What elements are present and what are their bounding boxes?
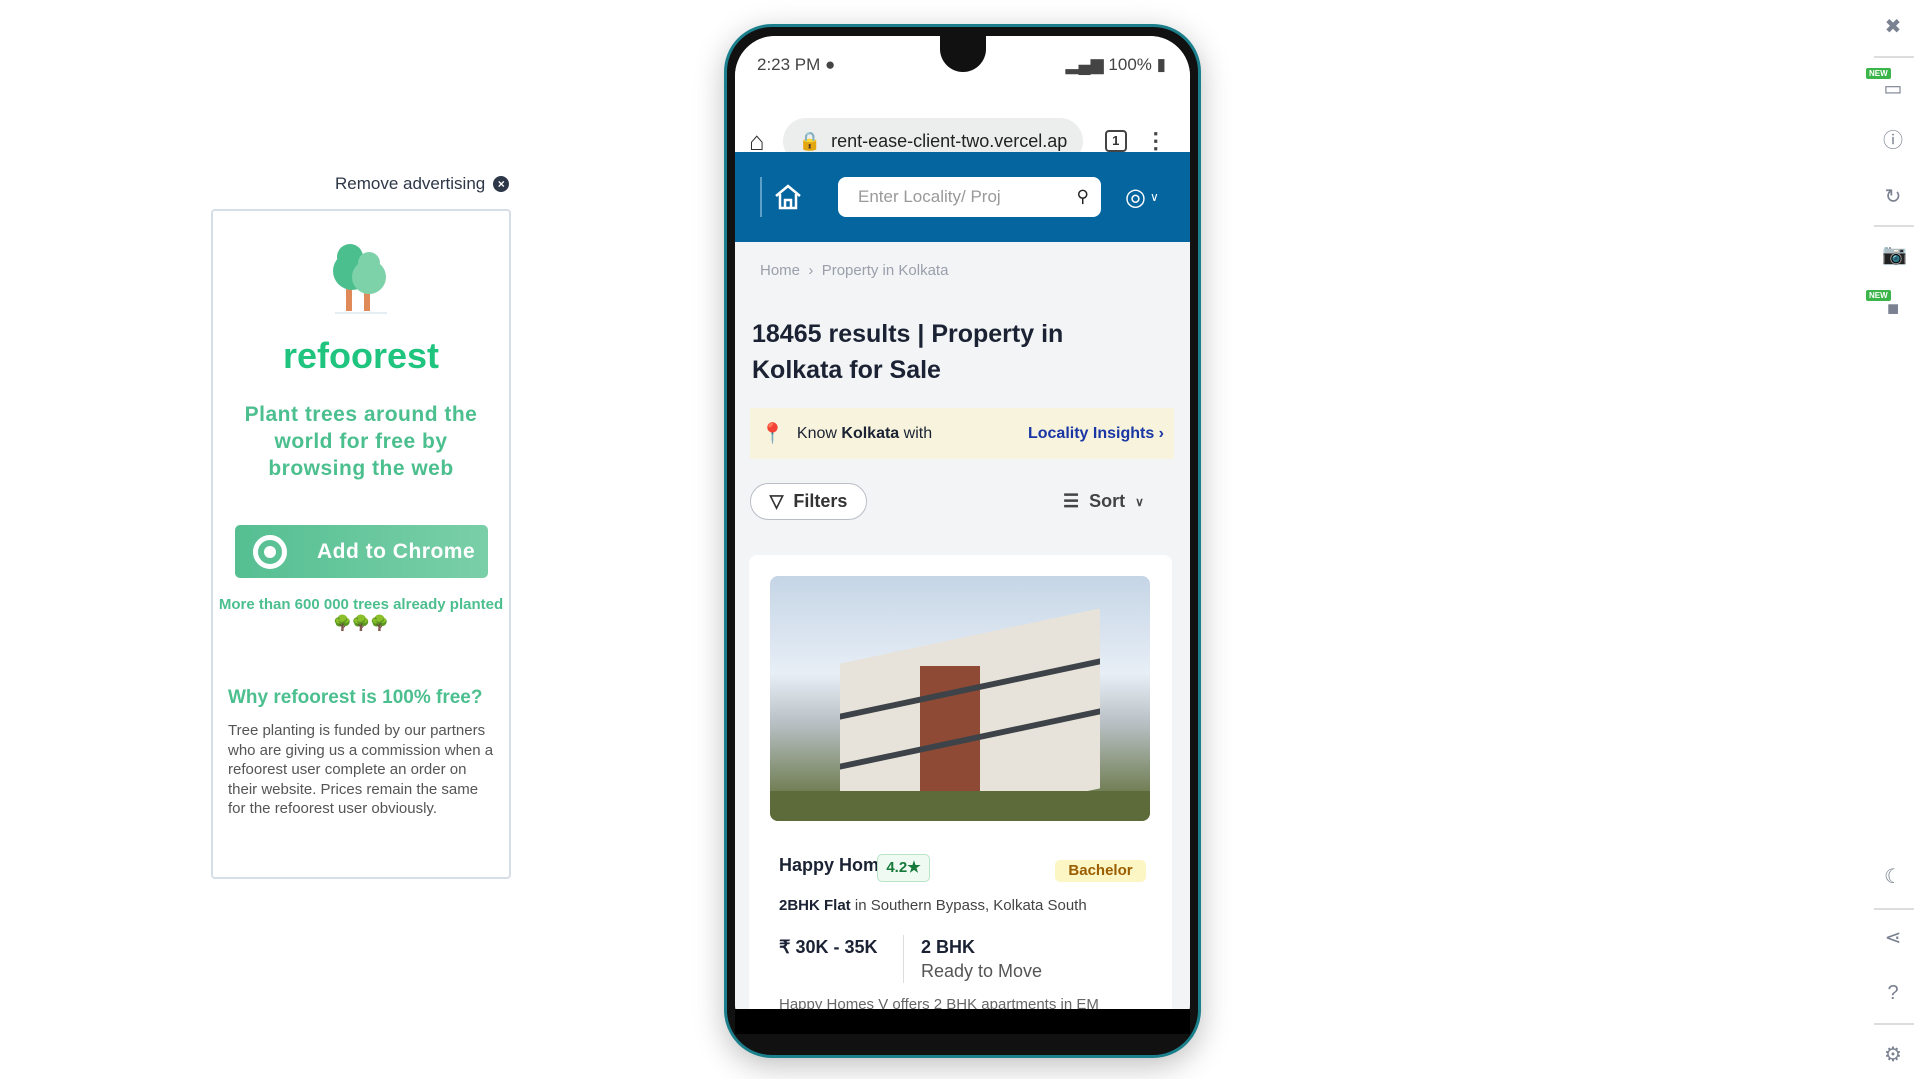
spotify-icon: ● bbox=[825, 55, 836, 74]
page-title: 18465 results | Property in Kolkata for … bbox=[752, 320, 1064, 384]
filters-label: Filters bbox=[793, 491, 848, 511]
insights-city: Kolkata bbox=[841, 424, 900, 442]
sort-label: Sort bbox=[1089, 491, 1126, 511]
search-input[interactable]: Enter Locality/ Proj ⚲ bbox=[838, 177, 1101, 217]
add-to-chrome-label: Add to Chrome bbox=[317, 539, 476, 563]
trees-planted-text: More than 600 000 trees already planted … bbox=[213, 595, 509, 633]
remove-advertising[interactable]: Remove advertising × bbox=[335, 174, 510, 194]
refoorest-ad: refoorest Plant trees around the world f… bbox=[211, 209, 511, 879]
add-to-chrome-button[interactable]: Add to Chrome bbox=[235, 525, 488, 578]
home-logo-icon[interactable] bbox=[774, 184, 802, 210]
settings-gear-icon[interactable]: ⚙ bbox=[1882, 1044, 1904, 1066]
filters-button[interactable]: ▽ Filters bbox=[750, 483, 867, 520]
close-icon[interactable]: × bbox=[493, 176, 510, 192]
brand-name: refoorest bbox=[282, 335, 440, 376]
sliders-icon: ☰ bbox=[1063, 491, 1080, 511]
dark-mode-moon-icon[interactable]: ☾ bbox=[1882, 866, 1904, 888]
breadcrumb-current[interactable]: Property in Kolkata bbox=[822, 262, 949, 279]
site-header: Enter Locality/ Proj ⚲ ◎ ∨ bbox=[735, 152, 1190, 242]
breadcrumb-home[interactable]: Home bbox=[760, 262, 800, 279]
why-title: Why refoorest is 100% free? bbox=[228, 687, 483, 708]
responsive-devices-icon[interactable]: ▭ bbox=[1882, 78, 1904, 100]
info-icon[interactable]: ⓘ bbox=[1882, 130, 1904, 152]
clock: 2:23 PM bbox=[757, 55, 821, 74]
remove-advertising-label: Remove advertising bbox=[335, 174, 486, 193]
trees-icon: 🌳🌳🌳 bbox=[332, 615, 390, 632]
property-location: in Southern Bypass, Kolkata South bbox=[854, 897, 1087, 914]
property-subtitle: 2BHK Flat in Southern Bypass, Kolkata So… bbox=[779, 897, 1087, 914]
price-range: ₹ 30K - 35K bbox=[779, 937, 878, 957]
signal-icon: ▂▄▆ bbox=[1065, 55, 1104, 74]
rating-badge: 4.2★ bbox=[877, 854, 930, 882]
search-placeholder: Enter Locality/ Proj bbox=[858, 187, 1001, 206]
phone-screen: 2:23 PM ● ▂▄▆ 100% ▮ ⌂ 🔒 rent-ease-client-… bbox=[735, 36, 1190, 1029]
why-text: Tree planting is funded by our partners … bbox=[228, 722, 494, 817]
chevron-down-icon[interactable]: ∨ bbox=[1150, 190, 1159, 204]
lock-icon: 🔒 bbox=[798, 130, 822, 151]
help-icon[interactable]: ? bbox=[1882, 982, 1904, 1004]
breadcrumb: Home › Property in Kolkata bbox=[760, 262, 949, 279]
locality-insights-label: Locality Insights bbox=[1027, 424, 1155, 442]
sort-button[interactable]: ☰ Sort ∨ bbox=[1063, 491, 1144, 512]
trees-planted-label: More than 600 000 trees already planted bbox=[218, 596, 504, 613]
property-photo[interactable] bbox=[770, 576, 1150, 821]
video-camera-icon[interactable]: ■ bbox=[1882, 298, 1904, 320]
menu-icon[interactable]: ⋮ bbox=[1145, 128, 1167, 154]
chrome-icon bbox=[253, 534, 287, 569]
rotate-icon[interactable]: ↻ bbox=[1882, 186, 1904, 208]
phone-chin bbox=[735, 1009, 1190, 1034]
url-text: rent-ease-client-two.vercel.ap bbox=[831, 130, 1068, 151]
possession-status: Ready to Move bbox=[921, 961, 1043, 981]
configuration: 2 BHK bbox=[921, 937, 976, 957]
user-account-icon[interactable]: ◎ bbox=[1125, 183, 1146, 212]
tenant-type-badge: Bachelor bbox=[1055, 860, 1146, 882]
insights-post: with bbox=[903, 424, 933, 442]
tree-logo-icon bbox=[333, 244, 387, 314]
tagline: Plant trees around the world for free by… bbox=[244, 403, 478, 480]
share-icon[interactable]: ⋖ bbox=[1882, 927, 1904, 949]
property-card[interactable]: Happy Homes 4.2★ Bachelor 2BHK Flat in S… bbox=[749, 555, 1172, 1029]
map-pin-icon: 📍 bbox=[760, 423, 785, 445]
chevron-down-icon: ∨ bbox=[1135, 494, 1144, 509]
search-icon[interactable]: ⚲ bbox=[1077, 187, 1089, 207]
tab-switcher[interactable]: 1 bbox=[1104, 130, 1127, 152]
camera-icon[interactable]: 📷 bbox=[1882, 244, 1907, 266]
close-icon[interactable]: ✖ bbox=[1882, 16, 1904, 38]
property-type: 2BHK Flat bbox=[779, 897, 851, 914]
locality-insights-banner[interactable]: 📍 Know Kolkata with Locality Insights › bbox=[750, 408, 1174, 459]
battery-level: 100% bbox=[1108, 55, 1152, 74]
locality-insights-link[interactable]: Locality Insights › bbox=[1028, 425, 1164, 443]
filter-icon: ▽ bbox=[769, 491, 784, 511]
insights-pre: Know bbox=[796, 424, 837, 442]
battery-icon: ▮ bbox=[1156, 55, 1166, 74]
